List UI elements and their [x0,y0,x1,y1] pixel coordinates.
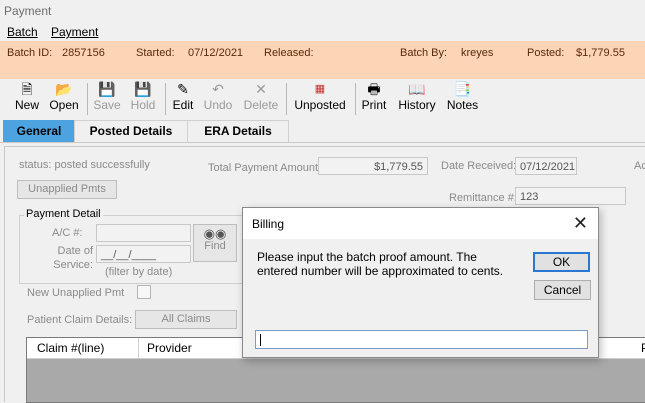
hold-button[interactable]: 💾 Hold [128,81,158,117]
close-icon[interactable]: ✕ [573,213,588,234]
dialog-title-bar: Billing ✕ [243,208,598,239]
date-of-service-input[interactable]: __/__/____ [96,245,191,263]
cancel-button[interactable]: Cancel [534,280,591,300]
toolbar: 🗎 New 📂 Open 💾 Save 💾 Hold ✎ Edit ↶ Undo… [0,79,645,119]
all-claims-button[interactable]: All Claims [135,310,237,329]
date-received-label: Date Received: [441,160,517,172]
tab-strip: General Posted Details ERA Details [0,120,645,143]
new-unapplied-pmt-checkbox[interactable] [137,285,151,299]
notes-button[interactable]: 📑 Notes [445,81,480,117]
unapplied-pmts-button[interactable]: Unapplied Pmts [17,180,117,199]
started-label: Started: [136,47,175,59]
edit-button[interactable]: ✎ Edit [170,81,196,117]
filter-hint: (filter by date) [105,266,173,278]
ac-input[interactable] [96,224,191,242]
printer-icon: 🖶 [367,81,381,97]
unposted-calculator-icon: ▦ [314,83,326,95]
window-title: Payment [4,4,52,18]
delete-button[interactable]: ✕ Delete [242,81,280,117]
delete-x-icon: ✕ [255,81,267,97]
menu-payment[interactable]: Payment [51,25,98,39]
column-p-truncated[interactable]: P [641,341,645,355]
date-received-field[interactable]: 07/12/2021 [515,157,577,175]
batch-by-value: kreyes [461,47,494,59]
new-unapplied-pmt-label: New Unapplied Pmt [27,287,125,299]
unposted-button[interactable]: ▦ Unposted [292,81,348,117]
status-text: status: posted successfully [19,159,150,171]
new-button[interactable]: 🗎 New [13,81,41,117]
batch-id-value: 2857156 [62,47,105,59]
open-folder-icon: 📂 [55,81,73,97]
ok-button[interactable]: OK [533,252,590,272]
save-disk-icon: 💾 [98,81,116,97]
batch-info-bar: Batch ID: 2857156 Started: 07/12/2021 Re… [0,41,645,79]
history-book-icon: 📖 [408,81,426,97]
text-caret [260,334,261,346]
dialog-message: Please input the batch proof amount. The… [257,250,504,278]
binoculars-icon: ◉◉ [203,226,227,241]
started-value: 07/12/2021 [188,47,244,59]
toolbar-separator [87,83,88,115]
undo-arrow-icon: ↶ [212,81,224,97]
dialog-title: Billing [252,217,285,231]
billing-dialog: Billing ✕ Please input the batch proof a… [242,207,599,358]
tab-era-details[interactable]: ERA Details [187,120,289,142]
toolbar-separator [355,83,356,115]
remittance-field[interactable]: 123 [515,187,626,205]
hold-disk-icon: 💾 [134,81,152,97]
total-payment-field[interactable]: $1,779.55 [318,157,428,175]
column-provider[interactable]: Provider [147,341,192,355]
open-button[interactable]: 📂 Open [48,81,80,117]
edit-pencil-icon: ✎ [177,81,189,97]
print-button[interactable]: 🖶 Print [360,81,388,117]
ac-truncated-label: Ac [634,160,645,172]
ac-label: A/C #: [52,227,83,239]
toolbar-separator [165,83,166,115]
remittance-label: Remittance #: [449,192,517,204]
posted-label: Posted: [527,47,565,59]
date-of-service-label: Date of Service: [53,245,93,271]
tab-general[interactable]: General [3,120,75,142]
batch-id-label: Batch ID: [7,47,53,59]
patient-claim-details-label: Patient Claim Details: [27,314,133,326]
column-claim-line[interactable]: Claim #(line) [37,341,104,355]
batch-by-label: Batch By: [400,47,448,59]
tab-posted-details[interactable]: Posted Details [74,120,188,142]
notes-icon: 📑 [453,81,472,97]
undo-button[interactable]: ↶ Undo [202,81,234,117]
new-document-icon: 🗎 [21,81,33,97]
find-button[interactable]: ◉◉ Find [193,224,237,262]
proof-amount-input[interactable] [255,330,588,349]
released-label: Released: [264,47,314,59]
menu-bar: Batch Payment [0,24,645,42]
posted-value: $1,779.55 [576,47,625,59]
save-button[interactable]: 💾 Save [92,81,122,117]
column-divider [138,338,139,358]
total-payment-label: Total Payment Amount: [208,162,322,174]
menu-batch[interactable]: Batch [7,25,38,39]
payment-detail-label: Payment Detail [24,208,103,220]
history-button[interactable]: 📖 History [396,81,438,117]
toolbar-separator [286,83,287,115]
